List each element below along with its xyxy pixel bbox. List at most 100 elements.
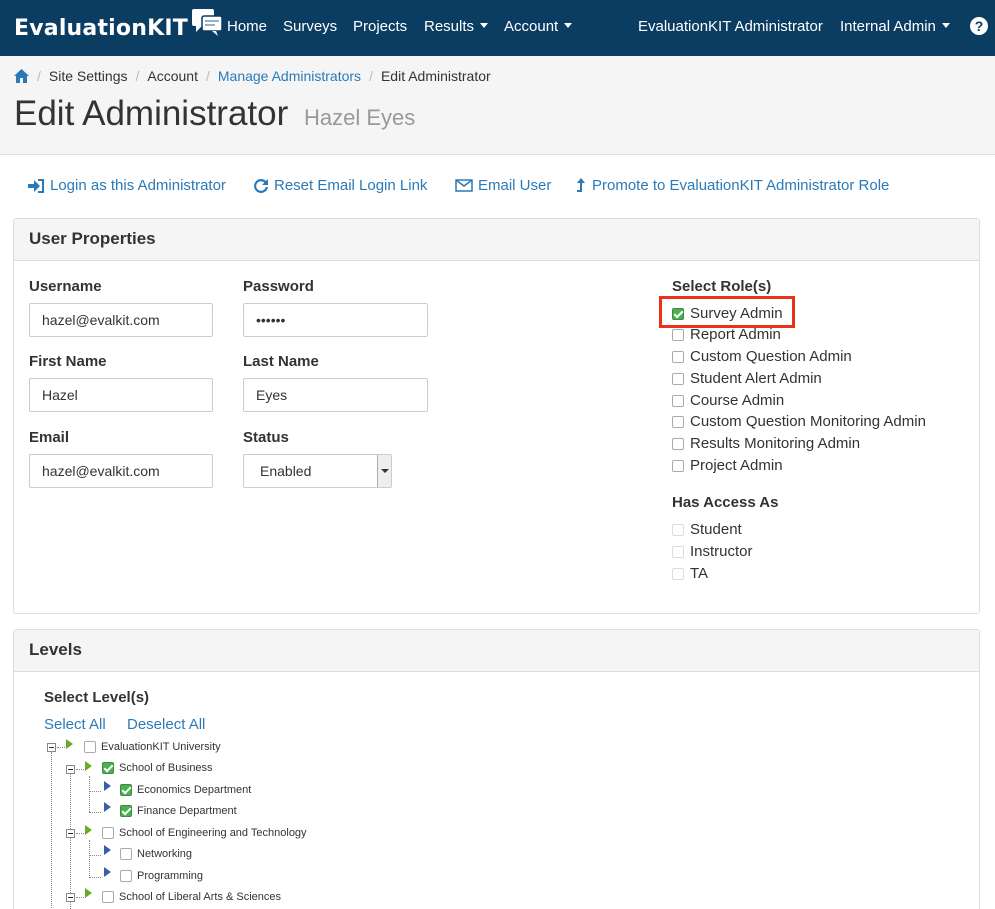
role-report-admin[interactable]: Report Admin: [672, 326, 781, 343]
level-node[interactable]: Finance Department: [120, 805, 237, 817]
checkbox[interactable]: [672, 350, 684, 363]
checkbox[interactable]: [672, 545, 684, 558]
checkbox[interactable]: [120, 784, 132, 796]
expand-arrow-icon[interactable]: [85, 825, 92, 835]
nav-results[interactable]: Results: [424, 18, 489, 35]
level-node[interactable]: Programming: [120, 870, 203, 882]
home-icon[interactable]: [14, 69, 29, 83]
promote-role-link[interactable]: Promote to EvaluationKIT Administrator R…: [576, 177, 889, 194]
level-node[interactable]: School of Business: [102, 762, 213, 774]
first-name-input[interactable]: Hazel: [29, 378, 213, 412]
level-label: School of Engineering and Technology: [119, 827, 307, 839]
collapse-icon[interactable]: [47, 743, 56, 752]
password-input[interactable]: ••••••: [243, 303, 428, 337]
checkbox[interactable]: [672, 328, 684, 341]
expand-arrow-icon[interactable]: [66, 739, 73, 749]
brand-logo[interactable]: EvaluationKIT: [14, 9, 224, 46]
envelope-icon: [455, 179, 473, 192]
chevron-down-icon: [564, 23, 573, 28]
reset-email-link[interactable]: Reset Email Login Link: [253, 177, 427, 194]
nav-role-label: Internal Admin: [840, 18, 936, 35]
level-node[interactable]: Economics Department: [120, 784, 251, 796]
nav-account[interactable]: Account: [504, 18, 573, 35]
nav-projects[interactable]: Projects: [353, 18, 407, 35]
checkbox[interactable]: [102, 827, 114, 839]
role-label: Student Alert Admin: [690, 370, 822, 387]
checkbox[interactable]: [84, 741, 96, 753]
nav-home[interactable]: Home: [227, 18, 267, 35]
role-results-monitoring-admin[interactable]: Results Monitoring Admin: [672, 435, 860, 452]
role-student-alert-admin[interactable]: Student Alert Admin: [672, 370, 822, 387]
collapse-icon[interactable]: [66, 765, 75, 774]
deselect-all-link[interactable]: Deselect All: [127, 716, 205, 733]
email-input[interactable]: hazel@evalkit.com: [29, 454, 213, 488]
username-input[interactable]: hazel@evalkit.com: [29, 303, 213, 337]
role-project-admin[interactable]: Project Admin: [672, 457, 783, 474]
status-select[interactable]: Enabled: [243, 454, 392, 488]
checkbox[interactable]: [102, 762, 114, 774]
role-course-admin[interactable]: Course Admin: [672, 392, 784, 409]
last-name-input[interactable]: Eyes: [243, 378, 428, 412]
checkbox[interactable]: [672, 372, 684, 385]
expand-arrow-icon[interactable]: [104, 802, 111, 812]
access-label: Instructor: [690, 543, 753, 560]
page-title-text: Edit Administrator: [14, 94, 289, 133]
level-node[interactable]: School of Engineering and Technology: [102, 827, 307, 839]
level-label: EvaluationKIT University: [101, 741, 221, 753]
checkbox[interactable]: [120, 805, 132, 817]
access-label: Student: [690, 521, 742, 538]
role-custom-question-monitoring-admin[interactable]: Custom Question Monitoring Admin: [672, 413, 926, 430]
checkbox[interactable]: [120, 848, 132, 860]
reset-email-label: Reset Email Login Link: [274, 177, 428, 194]
email-user-link[interactable]: Email User: [455, 177, 551, 194]
help-icon[interactable]: ?: [970, 17, 988, 35]
collapse-icon[interactable]: [66, 829, 75, 838]
chevron-down-icon: [941, 23, 950, 28]
login-as-admin-link[interactable]: Login as this Administrator: [28, 177, 226, 194]
tree-connector: [57, 747, 65, 748]
expand-arrow-icon[interactable]: [104, 781, 111, 791]
email-user-label: Email User: [478, 177, 552, 194]
checkbox[interactable]: [120, 870, 132, 882]
access-ta[interactable]: TA: [672, 565, 708, 582]
breadcrumb-current: Edit Administrator: [380, 68, 491, 84]
breadcrumb-separator: /: [135, 68, 140, 84]
checkbox[interactable]: [672, 437, 684, 450]
level-label: School of Liberal Arts & Sciences: [119, 891, 282, 903]
access-instructor[interactable]: Instructor: [672, 543, 753, 560]
expand-arrow-icon[interactable]: [85, 888, 92, 898]
checkbox[interactable]: [672, 394, 684, 407]
checkbox[interactable]: [672, 523, 684, 536]
collapse-icon[interactable]: [66, 893, 75, 902]
access-student[interactable]: Student: [672, 521, 742, 538]
expand-arrow-icon[interactable]: [104, 845, 111, 855]
level-label: School of Business: [119, 762, 213, 774]
level-node[interactable]: School of Liberal Arts & Sciences: [102, 891, 281, 903]
level-node[interactable]: EvaluationKIT University: [84, 741, 221, 753]
breadcrumb-manage-admins[interactable]: Manage Administrators: [218, 68, 361, 84]
role-label: Project Admin: [690, 457, 783, 474]
role-custom-question-admin[interactable]: Custom Question Admin: [672, 348, 852, 365]
checkbox[interactable]: [672, 459, 684, 472]
nav-surveys[interactable]: Surveys: [283, 18, 337, 35]
expand-arrow-icon[interactable]: [85, 761, 92, 771]
tree-connector: [76, 833, 84, 834]
status-label: Status: [243, 429, 289, 446]
page-subtitle: Hazel Eyes: [304, 105, 416, 130]
sign-in-icon: [28, 178, 44, 193]
nav-role-menu[interactable]: Internal Admin: [840, 18, 950, 35]
password-label: Password: [243, 278, 314, 295]
has-access-label: Has Access As: [672, 494, 779, 511]
tree-connector: [89, 840, 90, 876]
email-label: Email: [29, 429, 70, 446]
top-navbar: EvaluationKIT Home Surveys Projects Resu…: [0, 0, 995, 56]
checkbox[interactable]: [672, 415, 684, 428]
username-label: Username: [29, 278, 102, 295]
checkbox[interactable]: [672, 567, 684, 580]
nav-user-name[interactable]: EvaluationKIT Administrator: [638, 18, 823, 35]
checkbox[interactable]: [102, 891, 114, 903]
select-all-link[interactable]: Select All: [44, 716, 106, 733]
level-node[interactable]: Networking: [120, 848, 192, 860]
last-name-label: Last Name: [243, 353, 319, 370]
expand-arrow-icon[interactable]: [104, 867, 111, 877]
